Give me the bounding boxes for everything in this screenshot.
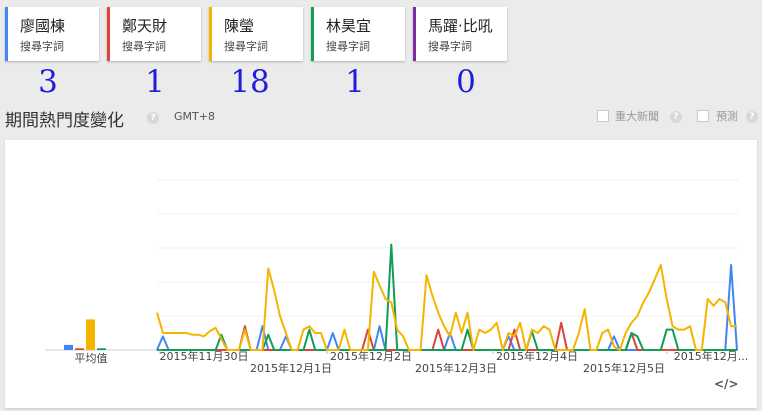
term-name: 鄭天財 bbox=[122, 17, 168, 35]
term-count: 1 bbox=[345, 64, 365, 100]
term-count: 1 bbox=[145, 64, 165, 100]
average-label: 平均值 bbox=[75, 352, 108, 365]
x-tick-label: 2015年11月30日 bbox=[160, 349, 249, 363]
term-type-label: 搜尋字詞 bbox=[122, 40, 166, 53]
average-bar bbox=[64, 344, 73, 350]
help-icon[interactable]: ? bbox=[147, 112, 159, 124]
x-tick-label: 2015年12月1日 bbox=[250, 361, 332, 375]
forecast-label: 預測 bbox=[716, 110, 738, 123]
term-count: 3 bbox=[38, 64, 58, 100]
average-bar bbox=[75, 348, 84, 350]
x-tick-label: 2015年12月3日 bbox=[415, 361, 497, 375]
news-checkbox[interactable] bbox=[597, 110, 609, 122]
forecast-help-icon[interactable]: ? bbox=[746, 111, 758, 123]
term-name: 陳瑩 bbox=[224, 17, 255, 35]
term-type-label: 搜尋字詞 bbox=[428, 40, 472, 53]
timezone-label: GMT+8 bbox=[174, 110, 215, 123]
forecast-checkbox[interactable] bbox=[697, 110, 709, 122]
news-label: 重大新聞 bbox=[615, 110, 659, 123]
news-help-icon[interactable]: ? bbox=[670, 111, 682, 123]
term-type-label: 搜尋字詞 bbox=[326, 40, 370, 53]
term-type-label: 搜尋字詞 bbox=[20, 40, 64, 53]
term-name: 馬躍·比吼 bbox=[428, 17, 493, 35]
search-term-card[interactable]: 廖國棟 搜尋字詞 bbox=[5, 7, 99, 61]
search-term-card[interactable]: 鄭天財 搜尋字詞 bbox=[107, 7, 201, 61]
series-line bbox=[156, 264, 737, 351]
series-color-bar bbox=[413, 7, 416, 61]
series-color-bar bbox=[5, 7, 8, 61]
search-term-card[interactable]: 馬躍·比吼搜尋字詞 bbox=[413, 7, 507, 61]
series-color-bar bbox=[209, 7, 212, 61]
term-count: 0 bbox=[456, 64, 476, 100]
trend-chart[interactable]: 平均值 2015年11月30日 2015年12月2日 2015年12月4日 2015年1… bbox=[5, 140, 757, 408]
term-name: 廖國棟 bbox=[20, 17, 66, 35]
x-tick-label: 2015年12月... bbox=[674, 349, 748, 363]
term-count: 18 bbox=[230, 64, 270, 100]
series-line bbox=[157, 321, 737, 351]
series-color-bar bbox=[107, 7, 110, 61]
chart-panel: 平均值 2015年11月30日 2015年12月2日 2015年12月4日 2015年1… bbox=[5, 140, 757, 408]
x-tick-label: 2015年12月2日 bbox=[330, 349, 412, 363]
embed-code-icon[interactable]: </> bbox=[714, 377, 739, 391]
search-term-card[interactable]: 陳瑩 搜尋字詞 bbox=[209, 7, 303, 61]
x-tick-label: 2015年12月4日 bbox=[496, 349, 578, 363]
term-type-label: 搜尋字詞 bbox=[224, 40, 268, 53]
series-line bbox=[156, 264, 738, 351]
average-bar bbox=[86, 319, 95, 350]
series-color-bar bbox=[311, 7, 314, 61]
term-name: 林昊宜 bbox=[326, 17, 372, 35]
x-tick-label: 2015年12月5日 bbox=[583, 361, 665, 375]
average-bar bbox=[97, 348, 106, 350]
section-title: 期間熱門度變化 bbox=[5, 111, 124, 131]
search-term-card[interactable]: 林昊宜 搜尋字詞 bbox=[311, 7, 405, 61]
